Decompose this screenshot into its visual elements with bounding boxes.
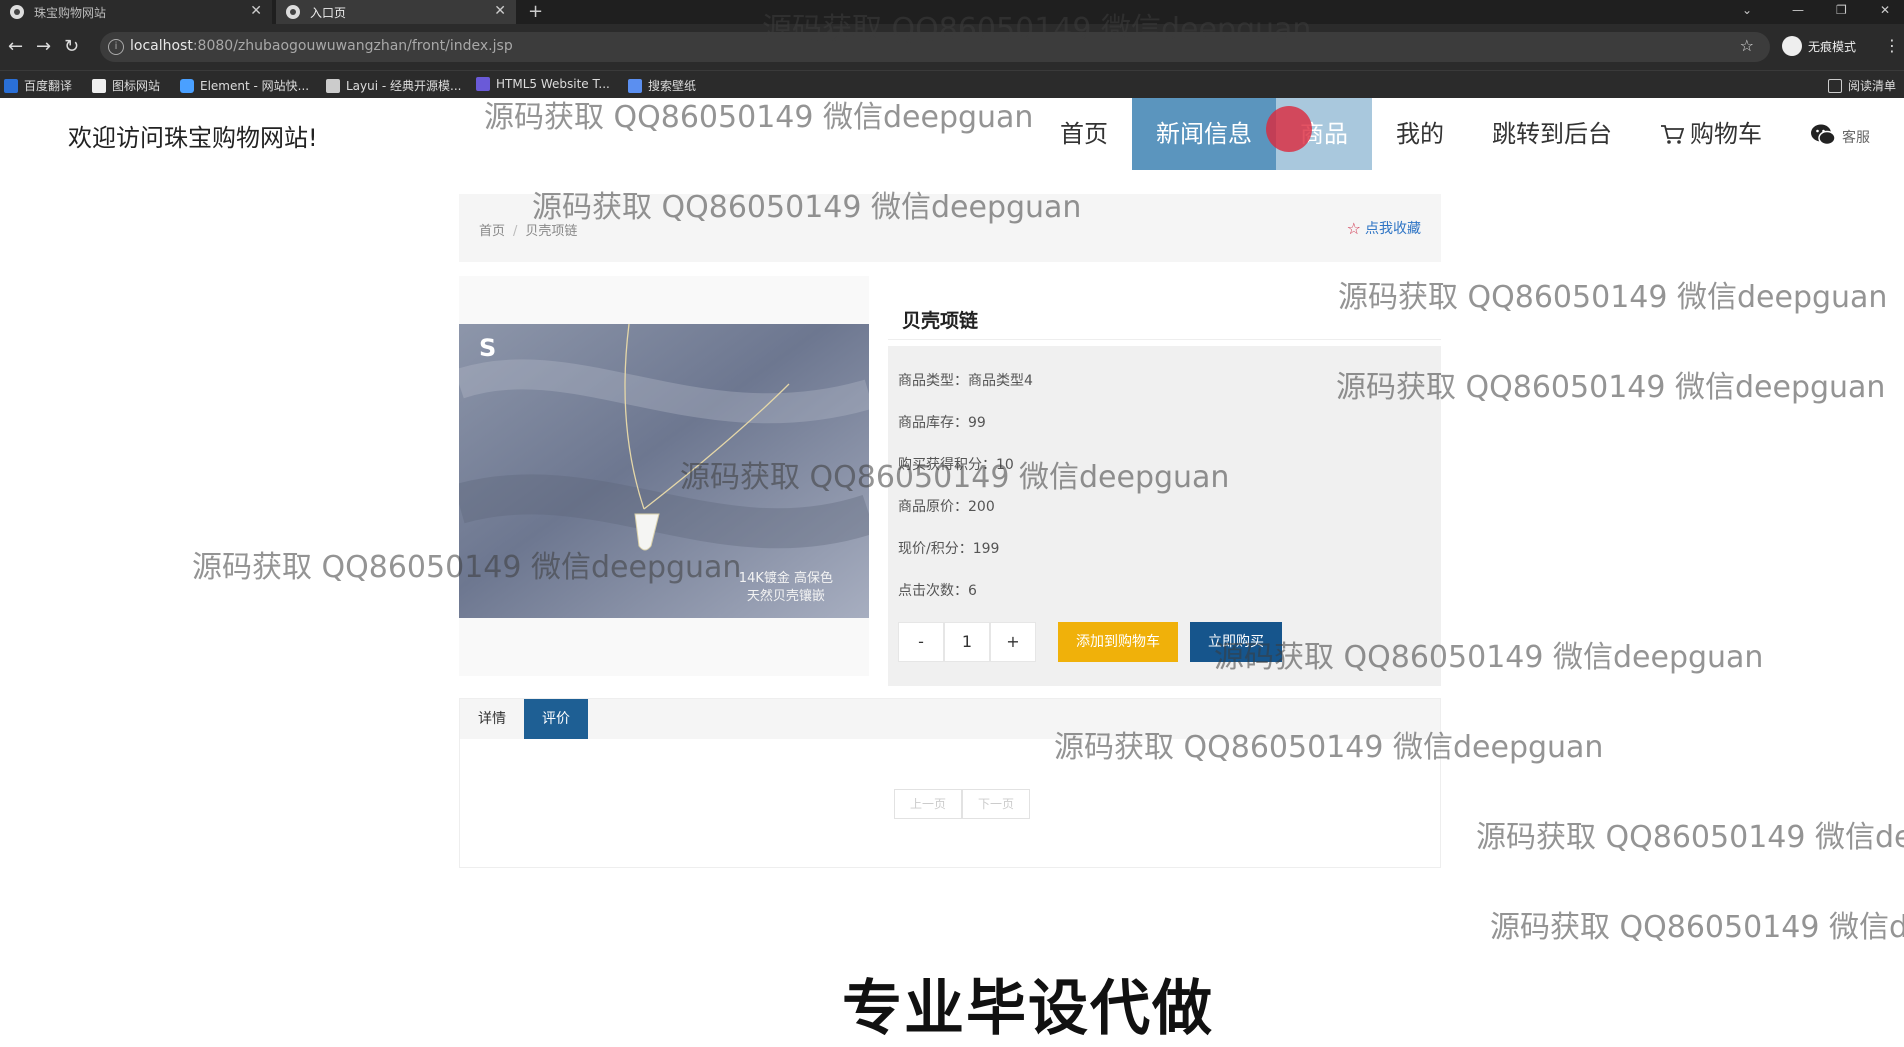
- breadcrumb: 首页 / 贝壳项链: [479, 224, 578, 239]
- bookmark-item[interactable]: 百度翻译: [4, 77, 72, 94]
- url-bar[interactable]: i localhost:8080/zhubaogouwuwangzhan/fro…: [100, 32, 1770, 62]
- restore-icon[interactable]: ❐: [1836, 0, 1847, 20]
- nav-admin[interactable]: 跳转到后台: [1468, 98, 1636, 170]
- prev-page-button[interactable]: 上一页: [894, 789, 962, 819]
- favorite-button[interactable]: ☆ 点我收藏: [1347, 218, 1421, 238]
- nav-cart[interactable]: 购物车: [1636, 98, 1786, 170]
- translate-icon: [4, 78, 18, 93]
- site-welcome-title: 欢迎访问珠宝购物网站!: [68, 124, 318, 152]
- browser-tab-entry[interactable]: 入口页 ✕: [276, 0, 516, 24]
- quantity-stepper: - 1 +: [898, 622, 1036, 662]
- detail-tabs-panel: 详情 评价 上一页 下一页: [459, 698, 1441, 868]
- prop-stock: 商品库存：99: [898, 415, 986, 431]
- reading-list-icon: [1828, 78, 1842, 93]
- forward-icon[interactable]: →: [36, 36, 51, 57]
- bookmark-item[interactable]: HTML5 Website T...: [476, 77, 610, 91]
- product-image-panel: S 14K镀金 高保色 天然贝壳镶嵌: [459, 276, 869, 676]
- prop-current-price: 现价/积分：199: [898, 541, 1000, 557]
- tab-header: 详情 评价: [460, 699, 1440, 739]
- breadcrumb-current: 贝壳项链: [525, 224, 578, 239]
- website: 欢迎访问珠宝购物网站! 首页 新闻信息 商品 我的 跳转到后台 购物车 客服 首…: [0, 98, 1904, 1040]
- product-info-panel: 贝壳项链 商品类型：商品类型4 商品库存：99 购买获得积分：10 商品原价：2…: [888, 276, 1441, 686]
- product-properties: 商品类型：商品类型4 商品库存：99 购买获得积分：10 商品原价：200 现价…: [888, 346, 1441, 686]
- bookmarks-bar: 百度翻译 图标网站 Element - 网站快... Layui - 经典开源模…: [0, 70, 1904, 98]
- prop-type: 商品类型：商品类型4: [898, 373, 1033, 389]
- star-icon: ☆: [1346, 218, 1361, 238]
- buy-now-button[interactable]: 立即购买: [1190, 622, 1282, 662]
- prop-original-price: 商品原价：200: [898, 499, 995, 515]
- slogan-caption: 专业毕设代做: [842, 974, 1214, 1044]
- image-caption: 14K镀金 高保色 天然贝壳镶嵌: [738, 571, 833, 604]
- new-tab-button[interactable]: +: [528, 0, 543, 24]
- nav-news[interactable]: 新闻信息: [1132, 98, 1276, 170]
- back-icon[interactable]: ←: [8, 36, 23, 57]
- tab-reviews[interactable]: 评价: [524, 699, 588, 739]
- cart-icon: [1661, 125, 1684, 144]
- minimize-icon[interactable]: —: [1792, 0, 1804, 20]
- prop-clicks: 点击次数：6: [898, 583, 977, 599]
- bookmark-item[interactable]: 图标网站: [92, 77, 160, 94]
- main-nav: 首页 新闻信息 商品 我的 跳转到后台 购物车 客服: [1036, 98, 1894, 170]
- layui-icon: [326, 78, 340, 93]
- brand-logo: S: [479, 334, 497, 362]
- reload-icon[interactable]: ↻: [64, 36, 79, 57]
- globe-icon: [286, 5, 300, 19]
- tab-search-icon[interactable]: ⌄: [1742, 0, 1752, 20]
- qty-input[interactable]: 1: [944, 622, 990, 662]
- bookmark-item[interactable]: Layui - 经典开源模...: [326, 77, 461, 94]
- nav-home[interactable]: 首页: [1036, 98, 1132, 170]
- qty-minus-button[interactable]: -: [898, 622, 944, 662]
- bookmark-star-icon[interactable]: ☆: [1740, 36, 1754, 55]
- tab-title: 珠宝购物网站: [34, 5, 107, 20]
- bookmark-item[interactable]: Element - 网站快...: [180, 77, 309, 94]
- html5-icon: [476, 77, 490, 91]
- close-window-icon[interactable]: ✕: [1880, 0, 1890, 20]
- browser-tab-bar: 珠宝购物网站 ✕ 入口页 ✕ + ⌄ — ❐ ✕: [0, 0, 1904, 24]
- wechat-icon: [1811, 124, 1836, 146]
- menu-icon[interactable]: ⋮: [1884, 36, 1900, 55]
- bookmark-item[interactable]: 搜索壁纸: [628, 77, 696, 94]
- add-to-cart-button[interactable]: 添加到购物车: [1058, 622, 1178, 662]
- nav-mine[interactable]: 我的: [1372, 98, 1468, 170]
- product-image: S 14K镀金 高保色 天然贝壳镶嵌: [459, 324, 869, 618]
- incognito-icon: [1782, 36, 1802, 56]
- flag-icon: [92, 78, 106, 93]
- tab-details[interactable]: 详情: [460, 699, 524, 739]
- element-icon: [180, 78, 194, 93]
- wallpaper-icon: [628, 78, 642, 93]
- close-tab-icon[interactable]: ✕: [494, 3, 506, 19]
- pagination: 上一页 下一页: [894, 789, 1030, 819]
- nav-service[interactable]: 客服: [1786, 98, 1894, 170]
- browser-tab-jewelry[interactable]: 珠宝购物网站 ✕: [0, 0, 272, 24]
- incognito-profile[interactable]: 无痕模式: [1782, 36, 1856, 56]
- qty-plus-button[interactable]: +: [990, 622, 1036, 662]
- url-text: localhost:8080/zhubaogouwuwangzhan/front…: [130, 38, 513, 54]
- product-title: 贝壳项链: [888, 288, 1441, 340]
- click-indicator: [1266, 106, 1312, 152]
- prop-points: 购买获得积分：10: [898, 457, 1014, 473]
- tab-title: 入口页: [310, 5, 347, 20]
- next-page-button[interactable]: 下一页: [962, 789, 1030, 819]
- breadcrumb-home[interactable]: 首页: [479, 224, 505, 239]
- site-info-icon[interactable]: i: [108, 39, 124, 55]
- breadcrumb-panel: 首页 / 贝壳项链 ☆ 点我收藏: [459, 194, 1441, 262]
- globe-icon: [10, 5, 24, 19]
- close-tab-icon[interactable]: ✕: [250, 3, 262, 19]
- reading-list[interactable]: 阅读清单: [1828, 77, 1896, 94]
- address-toolbar: ← → ↻ i localhost:8080/zhubaogouwuwangzh…: [0, 24, 1904, 70]
